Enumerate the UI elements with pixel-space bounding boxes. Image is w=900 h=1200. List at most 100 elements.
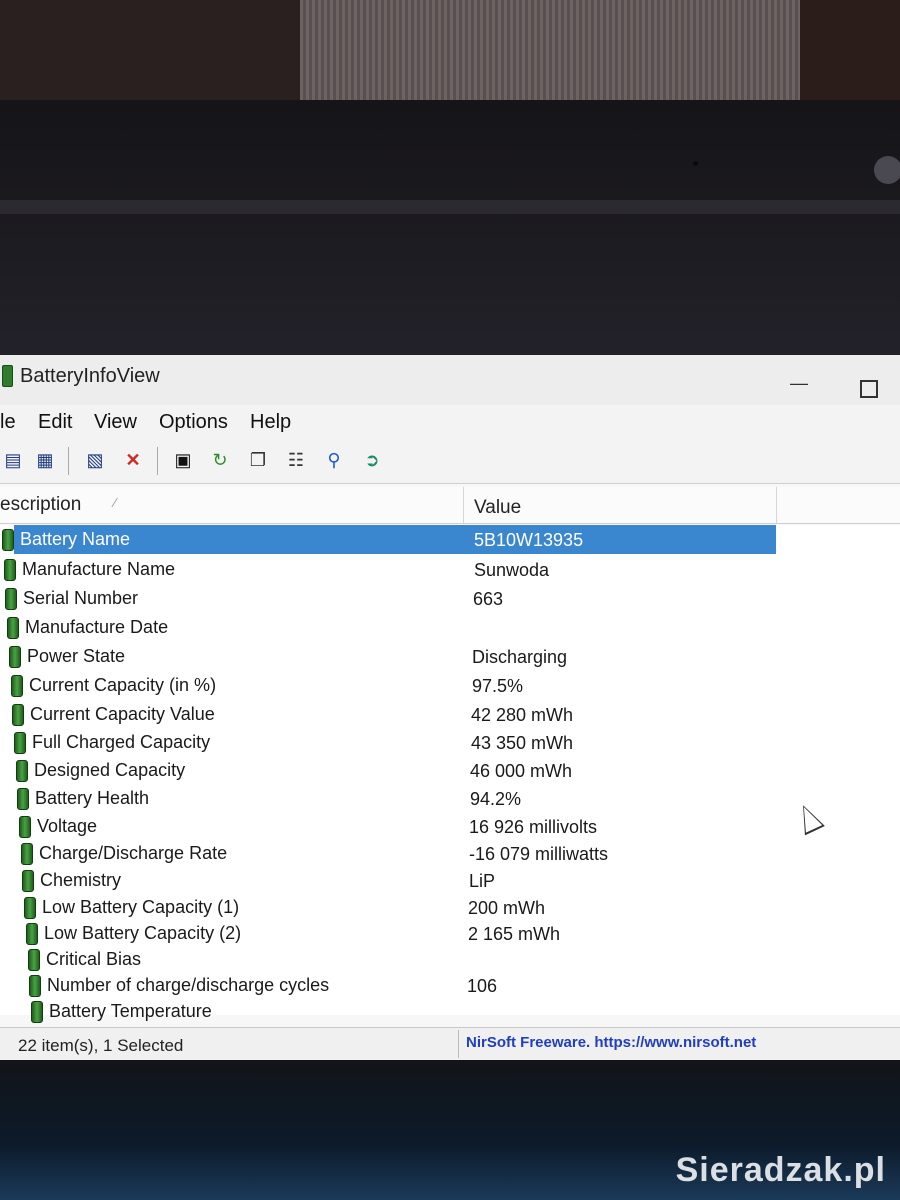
row-value: 2 165 mWh [468,924,561,944]
menu-help[interactable]: Help [250,411,291,434]
photo-background-bottom: Sieradzak.pl [0,1060,900,1200]
row-value: Discharging [472,647,568,667]
list-row[interactable]: Voltage 16 926 millivolts [0,812,900,841]
row-description: Charge/Discharge Rate [39,843,228,863]
battery-icon [21,843,33,865]
list-row[interactable]: Critical Bias [0,945,900,974]
battery-icon [11,675,23,697]
camera-lens [874,156,900,184]
row-value: 94.2% [470,789,522,809]
photo-fabric [300,0,800,110]
find-icon[interactable]: ⚲ [321,447,347,473]
battery-icon [14,732,26,754]
laptop-bezel [0,100,900,362]
menu-edit[interactable]: Edit [38,411,72,434]
photo-background-right [800,0,900,100]
list-row[interactable]: Designed Capacity 46 000 mWh [0,756,900,785]
options-icon[interactable]: ☷ [283,447,309,473]
row-description: Low Battery Capacity (2) [44,923,242,943]
save-icon[interactable]: ▣ [170,447,196,473]
battery-info-list: Battery Name 5B10W13935 Manufacture Name Su… [0,525,900,1023]
row-value: 200 mWh [468,898,546,918]
row-value: 42 280 mWh [471,705,574,725]
row-description: Critical Bias [46,949,142,969]
column-divider[interactable] [776,487,777,523]
row-description: Battery Temperature [49,1001,212,1021]
battery-icon [17,788,29,810]
menu-view[interactable]: View [94,411,137,434]
row-value: 46 000 mWh [470,761,573,781]
battery-icon [26,923,38,945]
list-row[interactable]: Full Charged Capacity 43 350 mWh [0,728,900,757]
copy-list-icon[interactable]: ▦ [32,447,58,473]
list-row[interactable]: Low Battery Capacity (2) 2 165 mWh [0,919,900,948]
delete-icon[interactable]: ✕ [120,447,146,473]
row-description: Power State [27,646,126,666]
nirsoft-link[interactable]: NirSoft Freeware. https://www.nirsoft.ne… [466,1034,756,1051]
column-description-header[interactable]: escription [0,494,81,516]
battery-icon [4,559,16,581]
properties-icon[interactable]: ▤ [0,447,26,473]
battery-icon [7,617,19,639]
row-description: Designed Capacity [34,760,186,780]
list-row[interactable]: Battery Name 5B10W13935 [0,525,900,554]
refresh-icon[interactable]: ↻ [207,447,233,473]
list-row[interactable]: Battery Health 94.2% [0,784,900,813]
list-row[interactable]: Charge/Discharge Rate -16 079 milliwatts [0,839,900,868]
row-description: Number of charge/discharge cycles [47,975,330,995]
column-divider[interactable] [463,487,464,523]
row-value: 16 926 millivolts [469,817,598,837]
list-row[interactable]: Battery Temperature [0,997,900,1026]
menu-file[interactable]: le [0,411,16,434]
battery-icon [12,704,24,726]
list-header: escription ⁄ Value [0,487,900,524]
menu-bar: le Edit View Options Help [0,405,900,441]
row-description: Battery Health [35,788,150,808]
photo-background-left [0,0,300,100]
row-description: Manufacture Date [25,617,169,637]
title-bar[interactable]: BatteryInfoView — [0,355,900,405]
battery-icon [29,975,41,997]
battery-icon [24,897,36,919]
column-value-header[interactable]: Value [474,497,521,519]
row-value: 5B10W13935 [474,530,584,550]
batteryinfoview-window: BatteryInfoView — le Edit View Options H… [0,355,900,1061]
list-row[interactable]: Number of charge/discharge cycles 106 [0,971,900,1000]
exit-icon[interactable]: ➲ [359,447,385,473]
toolbar: ▤ ▦ ▧ ✕ ▣ ↻ ❐ ☷ ⚲ ➲ [0,441,900,484]
copy-icon[interactable]: ❐ [245,447,271,473]
battery-icon [2,529,14,551]
list-row[interactable]: Manufacture Name Sunwoda [0,555,900,584]
sort-indicator-icon: ⁄ [114,495,117,510]
row-description: Current Capacity (in %) [29,675,217,695]
list-row[interactable]: Serial Number 663 [0,584,900,613]
status-item-count: 22 item(s), 1 Selected [18,1036,184,1055]
maximize-button[interactable] [860,380,878,398]
row-description: Current Capacity Value [30,704,215,724]
list-row[interactable]: Current Capacity (in %) 97.5% [0,671,900,700]
battery-icon [5,588,17,610]
row-value: 43 350 mWh [471,733,574,753]
toolbar-separator [68,447,69,475]
row-value: 97.5% [472,676,524,696]
list-row[interactable]: Power State Discharging [0,642,900,671]
laptop-lid-edge [0,200,900,214]
status-divider [458,1030,459,1058]
row-description: Serial Number [23,588,139,608]
html-report-icon[interactable]: ▧ [82,447,108,473]
menu-options[interactable]: Options [159,411,228,434]
battery-icon [16,760,28,782]
row-value: 106 [467,976,498,996]
row-description: Manufacture Name [22,559,176,579]
battery-icon [22,870,34,892]
list-row[interactable]: Chemistry LiP [0,866,900,895]
minimize-button[interactable]: — [790,373,808,394]
webcam-dot [693,161,698,166]
row-description: Chemistry [40,870,122,890]
list-row[interactable]: Current Capacity Value 42 280 mWh [0,700,900,729]
row-description: Full Charged Capacity [32,732,211,752]
row-value: Sunwoda [474,560,550,580]
row-value: -16 079 milliwatts [469,844,609,864]
list-row[interactable]: Manufacture Date [0,613,900,642]
list-row[interactable]: Low Battery Capacity (1) 200 mWh [0,893,900,922]
